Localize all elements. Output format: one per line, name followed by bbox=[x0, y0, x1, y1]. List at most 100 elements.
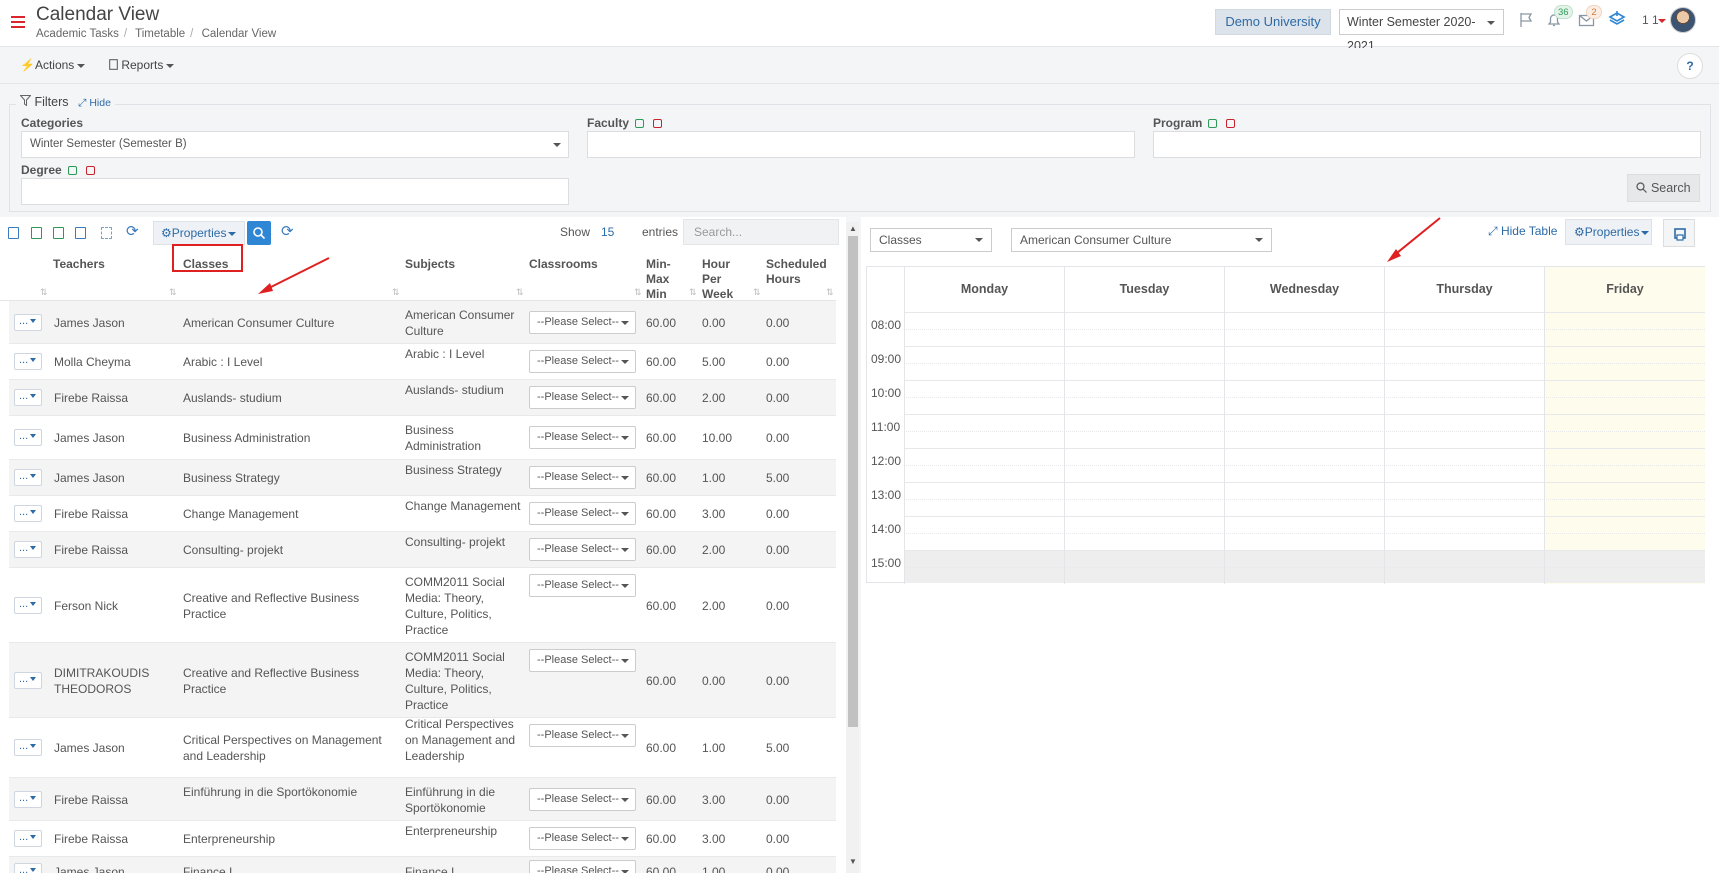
print-icon[interactable] bbox=[8, 227, 19, 239]
chevron-down-icon bbox=[30, 796, 37, 801]
classroom-select[interactable]: --Please Select-- bbox=[529, 860, 636, 873]
classroom-select[interactable]: --Please Select-- bbox=[529, 724, 636, 747]
excel-icon[interactable] bbox=[31, 227, 42, 239]
university-button[interactable]: Demo University bbox=[1215, 9, 1331, 35]
col-teachers[interactable]: Teachers bbox=[53, 257, 105, 272]
properties-button[interactable]: ⚙Properties bbox=[153, 221, 245, 245]
table-row: ... James Jason Finance I Finance I --Please… bbox=[9, 857, 836, 873]
user-count[interactable]: 1 1 bbox=[1642, 13, 1659, 27]
layers-icon[interactable] bbox=[1608, 10, 1626, 28]
breadcrumb-item[interactable]: Timetable bbox=[135, 28, 185, 40]
program-input[interactable] bbox=[1153, 131, 1701, 158]
classroom-select[interactable]: --Please Select-- bbox=[529, 386, 636, 409]
table-scrollbar-thumb[interactable] bbox=[848, 236, 858, 727]
semester-select[interactable]: Winter Semester 2020-2021 bbox=[1339, 9, 1504, 53]
select-all-icon[interactable] bbox=[635, 119, 645, 129]
col-scheduled[interactable]: Scheduled Hours bbox=[766, 257, 827, 287]
row-actions-button[interactable]: ... bbox=[14, 429, 42, 446]
sort-icon[interactable]: ⇅ bbox=[169, 287, 177, 298]
calendar-print-button[interactable] bbox=[1663, 219, 1695, 247]
gear-icon: ⚙ bbox=[161, 226, 172, 240]
select-all-icon[interactable] bbox=[67, 166, 77, 176]
sort-icon[interactable]: ⇅ bbox=[392, 287, 400, 298]
classroom-select[interactable]: --Please Select-- bbox=[529, 649, 636, 672]
row-actions-button[interactable]: ... bbox=[14, 597, 42, 614]
col-subjects[interactable]: Subjects bbox=[405, 257, 455, 272]
grid-line bbox=[904, 363, 1705, 364]
row-actions-button[interactable]: ... bbox=[14, 469, 42, 486]
classroom-select[interactable]: --Please Select-- bbox=[529, 574, 636, 597]
chevron-down-icon bbox=[77, 63, 86, 68]
row-actions-button[interactable]: ... bbox=[14, 830, 42, 847]
row-actions-button[interactable]: ... bbox=[14, 863, 42, 873]
deselect-all-icon[interactable] bbox=[1226, 119, 1236, 129]
breadcrumb-item[interactable]: Academic Tasks bbox=[36, 28, 119, 40]
sort-icon[interactable]: ⇅ bbox=[753, 287, 761, 298]
sort-icon[interactable]: ⇅ bbox=[40, 287, 48, 298]
menu-icon[interactable] bbox=[11, 16, 25, 31]
teacher-cell: Firebe Raissa bbox=[54, 507, 129, 521]
csv-icon[interactable] bbox=[53, 227, 64, 239]
flag-icon[interactable] bbox=[1519, 12, 1533, 28]
actions-menu-button[interactable]: ⚡Actions bbox=[20, 58, 86, 72]
hide-filters-link[interactable]: ⤢ Hide bbox=[78, 97, 111, 109]
refresh-icon[interactable]: ⟳ bbox=[126, 222, 139, 240]
scroll-up-icon[interactable]: ▲ bbox=[849, 224, 857, 233]
sort-icon[interactable]: ⇅ bbox=[516, 287, 524, 298]
teacher-cell: James Jason bbox=[54, 741, 125, 755]
hide-table-link[interactable]: ⤢ Hide Table bbox=[1488, 224, 1557, 239]
row-actions-button[interactable]: ... bbox=[14, 541, 42, 558]
row-actions-button[interactable]: ... bbox=[14, 672, 42, 689]
chevron-down-icon[interactable] bbox=[1658, 19, 1666, 23]
classroom-select[interactable]: --Please Select-- bbox=[529, 311, 636, 334]
classroom-select[interactable]: --Please Select-- bbox=[529, 788, 636, 811]
row-actions-button[interactable]: ... bbox=[14, 353, 42, 370]
calendar-mode-select[interactable]: Classes bbox=[870, 228, 992, 252]
classroom-select[interactable]: --Please Select-- bbox=[529, 538, 636, 561]
classroom-select-value: --Please Select-- bbox=[537, 543, 619, 555]
subject-cell: Business Administration bbox=[405, 423, 482, 453]
hour-label: 13:00 bbox=[871, 488, 902, 502]
row-actions-button[interactable]: ... bbox=[14, 314, 42, 331]
scroll-down-icon[interactable]: ▼ bbox=[849, 857, 857, 866]
classroom-select[interactable]: --Please Select-- bbox=[529, 426, 636, 449]
reports-menu-button[interactable]: Reports bbox=[109, 58, 175, 72]
classroom-select[interactable]: --Please Select-- bbox=[529, 466, 636, 489]
row-actions-button[interactable]: ... bbox=[14, 505, 42, 522]
deselect-all-icon[interactable] bbox=[653, 119, 663, 129]
messages-button[interactable]: 2 bbox=[1578, 5, 1602, 28]
col-hour-per-week[interactable]: Hour Per Week bbox=[702, 257, 736, 302]
copy-icon[interactable] bbox=[75, 227, 86, 239]
row-actions-button[interactable]: ... bbox=[14, 389, 42, 406]
search-button[interactable]: Search bbox=[1627, 174, 1700, 202]
avatar[interactable] bbox=[1670, 7, 1696, 33]
classroom-select[interactable]: --Please Select-- bbox=[529, 350, 636, 373]
degree-input[interactable] bbox=[21, 178, 569, 205]
sort-icon[interactable]: ⇅ bbox=[826, 287, 834, 298]
page-size-select[interactable]: 15 bbox=[601, 225, 614, 239]
notifications-button[interactable]: 36 bbox=[1546, 5, 1573, 28]
deselect-all-icon[interactable] bbox=[85, 166, 95, 176]
row-actions-button[interactable]: ... bbox=[14, 739, 42, 756]
scheduled-hours-cell: 0.00 bbox=[766, 355, 790, 369]
col-minmax[interactable]: Min-Max Min bbox=[646, 257, 678, 302]
minmax-cell: 60.00 bbox=[646, 674, 677, 688]
help-button[interactable]: ? bbox=[1677, 53, 1703, 79]
faculty-input[interactable] bbox=[587, 131, 1135, 158]
scheduled-hours-cell: 0.00 bbox=[766, 543, 790, 557]
reload-icon[interactable]: ⟳ bbox=[281, 222, 294, 240]
calendar-properties-button[interactable]: ⚙Properties bbox=[1565, 219, 1652, 245]
select-all-icon[interactable] bbox=[1208, 119, 1218, 129]
table-search-button[interactable] bbox=[247, 221, 271, 245]
classroom-select-value: --Please Select-- bbox=[537, 654, 619, 666]
sort-icon[interactable]: ⇅ bbox=[634, 287, 642, 298]
classroom-select[interactable]: --Please Select-- bbox=[529, 827, 636, 850]
categories-select[interactable]: Winter Semester (Semester B) bbox=[21, 131, 569, 158]
table-search-input[interactable]: Search... bbox=[683, 219, 839, 245]
row-actions-button[interactable]: ... bbox=[14, 791, 42, 808]
col-classrooms[interactable]: Classrooms bbox=[529, 257, 598, 272]
classroom-select[interactable]: --Please Select-- bbox=[529, 502, 636, 525]
collapse-icon[interactable] bbox=[101, 227, 112, 239]
sort-icon[interactable]: ⇅ bbox=[689, 287, 697, 298]
calendar-class-select[interactable]: American Consumer Culture bbox=[1011, 228, 1272, 252]
